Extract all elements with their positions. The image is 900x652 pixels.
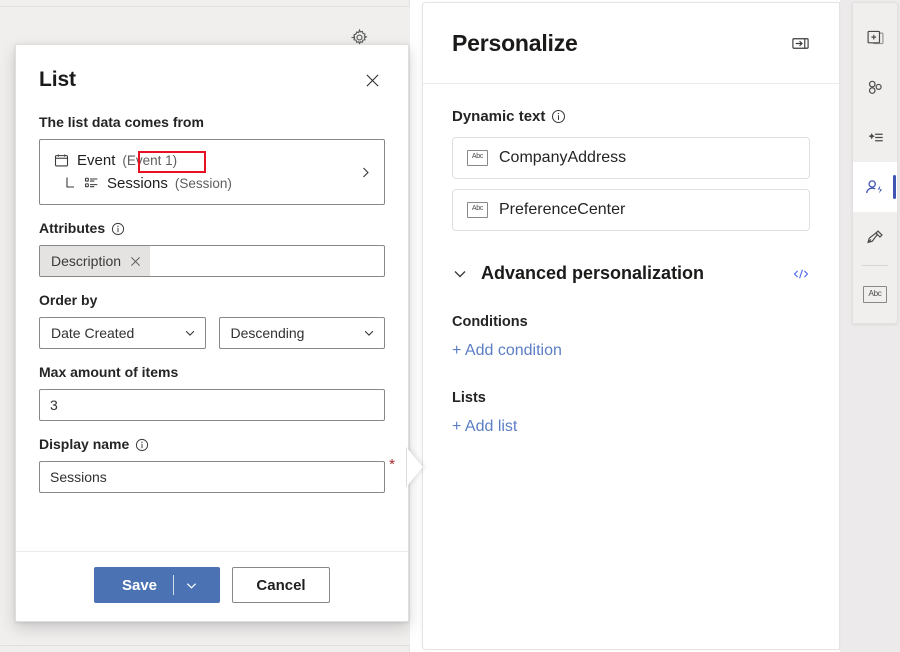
tool-rail: Abc (852, 2, 898, 324)
callout-beak (407, 448, 423, 486)
personalize-title: Personalize (452, 30, 578, 57)
rail-item-personalize[interactable] (853, 162, 897, 212)
max-items-input[interactable]: 3 (39, 389, 385, 421)
add-list-link[interactable]: + Add list (452, 418, 517, 436)
chevron-down-icon (184, 327, 196, 339)
data-source-parent-name: Event (77, 151, 115, 171)
rail-divider (862, 265, 888, 266)
dynamic-text-item-preferencecenter[interactable]: Abc PreferenceCenter (452, 189, 810, 231)
dynamic-content-icon (866, 128, 885, 147)
layout-icon (866, 78, 885, 97)
tree-elbow-icon (64, 175, 76, 192)
dynamic-text-label: Dynamic text (452, 108, 545, 125)
display-name-input[interactable]: Sessions (39, 461, 385, 493)
required-marker: * (389, 458, 395, 472)
order-by-field-select[interactable]: Date Created (39, 317, 206, 349)
rail-item-styles[interactable] (853, 212, 897, 262)
attributes-label-row: Attributes (39, 219, 385, 238)
chevron-down-icon[interactable] (174, 579, 212, 592)
advanced-personalization-title: Advanced personalization (481, 263, 704, 284)
brush-styles-icon (866, 228, 885, 247)
data-source-child-row: Sessions (Session) (53, 172, 356, 195)
personalize-header: Personalize (423, 3, 839, 84)
close-icon[interactable] (358, 66, 386, 94)
cancel-button[interactable]: Cancel (232, 567, 330, 603)
rail-item-layouts[interactable] (853, 62, 897, 112)
lists-label: Lists (452, 390, 810, 406)
dynamic-text-item-label: CompanyAddress (499, 149, 626, 167)
source-section-label: The list data comes from (39, 113, 385, 132)
attribute-chip-label: Description (51, 253, 121, 269)
panel-gap (410, 0, 422, 652)
collapse-panel-icon[interactable] (787, 30, 813, 56)
order-by-label: Order by (39, 291, 385, 310)
data-source-lines: Event (Event 1) (53, 149, 356, 195)
personalize-panel: Personalize Dynamic text (422, 2, 840, 650)
max-items-label: Max amount of items (39, 363, 385, 382)
attributes-field[interactable]: Description (39, 245, 385, 277)
display-name-wrapper: Sessions * (39, 461, 385, 493)
list-dialog: List The list data comes from (15, 44, 409, 622)
add-condition-link[interactable]: + Add condition (452, 342, 562, 360)
info-icon[interactable] (110, 221, 125, 236)
save-button[interactable]: Save (94, 567, 220, 603)
order-by-direction-select[interactable]: Descending (219, 317, 386, 349)
list-icon (83, 175, 100, 192)
personalize-body: Dynamic text Abc CompanyAddress Abc Pref… (423, 84, 839, 649)
info-icon[interactable] (134, 437, 149, 452)
rail-item-add-element[interactable] (853, 12, 897, 62)
chevron-down-icon (363, 327, 375, 339)
attributes-label: Attributes (39, 219, 105, 238)
abc-text-icon: Abc (467, 150, 488, 166)
data-source-parent-row: Event (Event 1) (53, 149, 356, 172)
save-button-label: Save (102, 577, 173, 594)
advanced-personalization-header[interactable]: Advanced personalization (452, 263, 810, 284)
display-name-label: Display name (39, 435, 129, 454)
attribute-chip[interactable]: Description (40, 246, 150, 276)
dynamic-text-item-companyaddress[interactable]: Abc CompanyAddress (452, 137, 810, 179)
rail-item-text[interactable]: Abc (853, 269, 897, 319)
personalize-icon (865, 177, 885, 197)
dynamic-text-item-label: PreferenceCenter (499, 201, 625, 219)
chevron-right-icon[interactable] (356, 163, 374, 181)
close-icon[interactable] (130, 256, 141, 267)
data-source-child-name: Sessions (107, 174, 168, 194)
text-abc-icon: Abc (863, 286, 887, 303)
rail-item-dynamic-content[interactable] (853, 112, 897, 162)
chevron-down-icon[interactable] (452, 266, 468, 282)
dialog-body: The list data comes from Event (Event 1) (16, 98, 408, 551)
data-source-child-entity: (Session) (175, 174, 232, 194)
data-source-picker[interactable]: Event (Event 1) (39, 139, 385, 205)
page-title: List (39, 67, 76, 93)
order-by-row: Date Created Descending (39, 317, 385, 349)
add-element-icon (866, 28, 885, 47)
display-name-label-row: Display name (39, 435, 385, 454)
conditions-label: Conditions (452, 314, 810, 330)
abc-text-icon: Abc (467, 202, 488, 218)
code-editor-icon[interactable] (792, 265, 810, 283)
dynamic-text-label-row: Dynamic text (452, 108, 810, 125)
calendar-icon (53, 152, 70, 169)
order-by-direction-value: Descending (231, 325, 305, 341)
dialog-footer: Save Cancel (16, 551, 408, 621)
advanced-personalization-left: Advanced personalization (452, 263, 704, 284)
dialog-header: List (16, 45, 408, 98)
order-by-field-value: Date Created (51, 325, 134, 341)
data-source-parent-entity: (Event 1) (122, 151, 177, 171)
info-icon[interactable] (551, 109, 566, 124)
